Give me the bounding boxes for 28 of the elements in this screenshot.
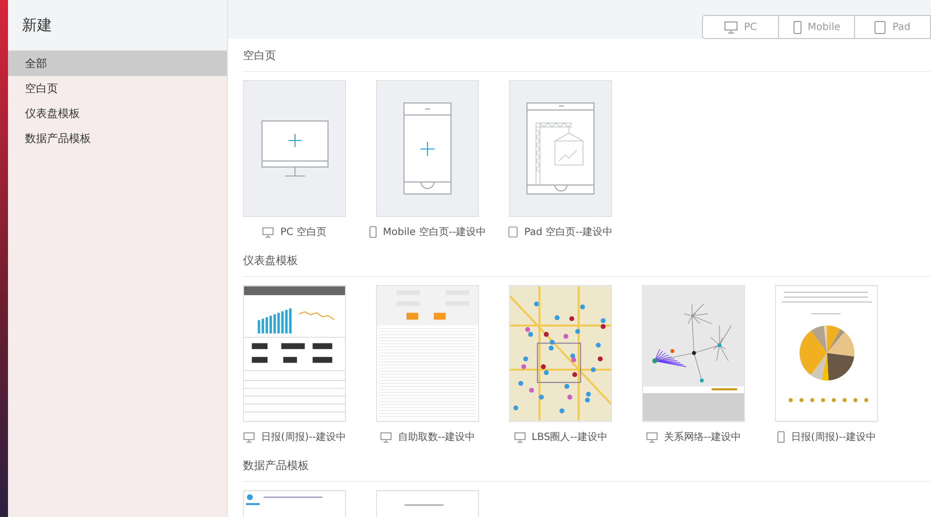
monitor-icon [242, 432, 255, 442]
section-title: 空白页 [243, 45, 931, 72]
monitor-icon [514, 432, 526, 442]
monitor-icon [646, 432, 658, 442]
card-label[interactable]: 日报(周报)--建设中 [790, 430, 876, 444]
card-label[interactable]: PC 空白页 [280, 225, 327, 239]
card-label[interactable]: Pad 空白页--建设中 [524, 225, 613, 239]
sidebar-item[interactable]: 空白页 [8, 76, 227, 101]
card-label[interactable]: Mobile 空白页--建设中 [382, 225, 486, 239]
section-title: 仪表盘模板 [243, 250, 931, 277]
sidebar-item[interactable]: 仪表盘模板 [8, 101, 227, 126]
monitor-icon [724, 20, 738, 34]
monitor-drawing [260, 120, 328, 177]
tablet-icon [508, 226, 518, 238]
phone-icon [368, 226, 377, 238]
sidebar-title: 新建 [22, 16, 52, 34]
section-title: 数据产品模板 [243, 455, 931, 482]
card-label[interactable]: LBS圈人--建设中 [532, 430, 608, 444]
sidebar-item[interactable]: 全部 [8, 51, 227, 76]
monitor-icon [380, 432, 392, 442]
phone-icon [792, 20, 802, 34]
phone-icon [776, 431, 785, 443]
monitor-icon [262, 226, 274, 238]
card-label[interactable]: 日报(周报)--建设中 [260, 430, 346, 444]
sidebar-item[interactable]: 数据产品模板 [8, 126, 227, 151]
tablet-icon [874, 20, 886, 34]
card-label[interactable]: 自助取数--建设中 [398, 430, 476, 444]
card-label[interactable]: 关系网络--建设中 [664, 430, 742, 444]
